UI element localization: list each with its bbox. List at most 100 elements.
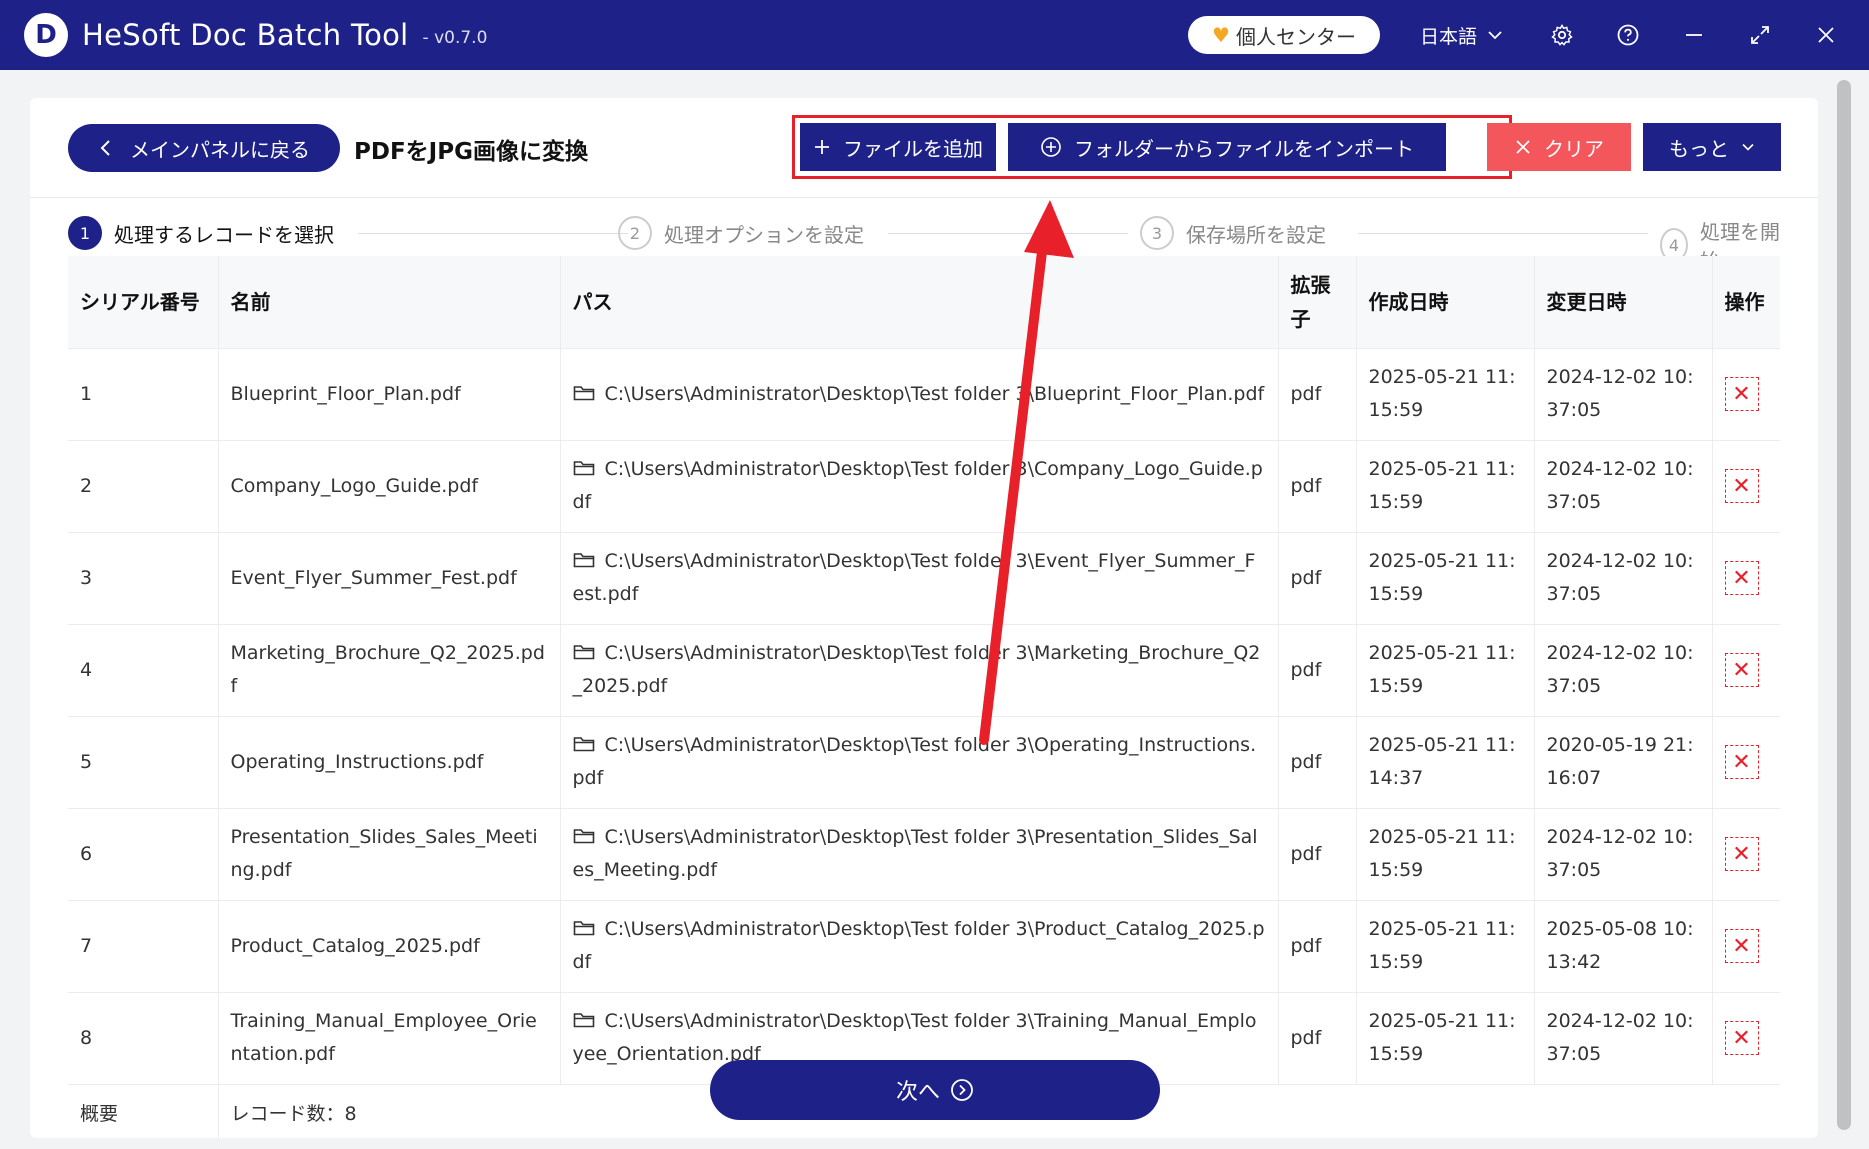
delete-icon[interactable]: ✕ (1724, 1021, 1759, 1055)
chevron-down-icon (1742, 143, 1754, 151)
cell-serial: 4 (68, 624, 219, 717)
cell-action: ✕ (1712, 900, 1780, 993)
folder-icon (573, 829, 594, 844)
cell-extension: pdf (1278, 624, 1357, 717)
back-to-main-button[interactable]: メインパネルに戻る (68, 124, 340, 172)
heart-icon: ♥ (1212, 23, 1230, 47)
language-select[interactable]: 日本語 (1420, 22, 1503, 49)
cell-created: 2025-05-21 11:15:59 (1356, 532, 1535, 625)
app-logo: D (24, 13, 68, 57)
folder-icon (573, 385, 594, 400)
step-1: 1 処理するレコードを選択 (68, 216, 334, 250)
cell-extension: pdf (1278, 716, 1357, 809)
table-body: 1 Blueprint_Floor_Plan.pdf C:\Users\Admi… (68, 348, 1780, 1085)
cell-name: Event_Flyer_Summer_Fest.pdf (218, 532, 561, 625)
cell-modified: 2024-12-02 10:37:05 (1534, 348, 1713, 441)
cell-path: C:\Users\Administrator\Desktop\Test fold… (560, 808, 1279, 901)
step-indicator: 1 処理するレコードを選択 2 処理オプションを設定 3 保存場所を設定 4 処… (68, 206, 1780, 273)
cell-serial: 1 (68, 348, 219, 441)
cell-action: ✕ (1712, 716, 1780, 809)
help-icon[interactable] (1605, 12, 1651, 58)
plus-icon (815, 140, 829, 154)
step-divider (1358, 233, 1648, 234)
scrollbar-thumb[interactable] (1837, 80, 1851, 1130)
cell-action: ✕ (1712, 440, 1780, 533)
import-folder-button[interactable]: フォルダーからファイルをインポート (1008, 123, 1446, 171)
app-window: D HeSoft Doc Batch Tool - v0.7.0 ♥ 個人センタ… (0, 0, 1869, 1149)
chevron-left-icon (100, 140, 110, 156)
cell-serial: 7 (68, 900, 219, 993)
clear-button[interactable]: クリア (1487, 123, 1631, 171)
cell-path: C:\Users\Administrator\Desktop\Test fold… (560, 716, 1279, 809)
app-version: - v0.7.0 (422, 28, 488, 48)
personal-center-button[interactable]: ♥ 個人センター (1187, 16, 1380, 54)
folder-icon (573, 461, 594, 476)
table-row[interactable]: 6 Presentation_Slides_Sales_Meeting.pdf … (68, 808, 1780, 901)
content-card: メインパネルに戻る PDFをJPG画像に変換 ファイルを追加 フォルダーからファ… (30, 98, 1818, 1138)
cell-created: 2025-05-21 11:15:59 (1356, 440, 1535, 533)
cell-extension: pdf (1278, 440, 1357, 533)
table-row[interactable]: 4 Marketing_Brochure_Q2_2025.pdf C:\User… (68, 624, 1780, 717)
step-2: 2 処理オプションを設定 (618, 216, 864, 250)
delete-icon[interactable]: ✕ (1724, 469, 1759, 503)
cell-modified: 2024-12-02 10:37:05 (1534, 624, 1713, 717)
cell-name: Presentation_Slides_Sales_Meeting.pdf (218, 808, 561, 901)
close-icon[interactable] (1803, 12, 1849, 58)
cell-path: C:\Users\Administrator\Desktop\Test fold… (560, 440, 1279, 533)
app-title: HeSoft Doc Batch Tool (82, 18, 409, 52)
table-row[interactable]: 5 Operating_Instructions.pdf C:\Users\Ad… (68, 716, 1780, 809)
cell-path: C:\Users\Administrator\Desktop\Test fold… (560, 348, 1279, 441)
table-row[interactable]: 3 Event_Flyer_Summer_Fest.pdf C:\Users\A… (68, 532, 1780, 625)
cell-extension: pdf (1278, 348, 1357, 441)
cell-path: C:\Users\Administrator\Desktop\Test fold… (560, 532, 1279, 625)
cell-created: 2025-05-21 11:15:59 (1356, 808, 1535, 901)
header-serial: シリアル番号 (68, 256, 219, 349)
cell-action: ✕ (1712, 624, 1780, 717)
title-bar-controls: ♥ 個人センター 日本語 (1187, 0, 1869, 70)
cell-name: Training_Manual_Employee_Orientation.pdf (218, 992, 561, 1085)
table-row[interactable]: 1 Blueprint_Floor_Plan.pdf C:\Users\Admi… (68, 348, 1780, 441)
chevron-down-icon (1488, 31, 1502, 40)
step-3: 3 保存場所を設定 (1140, 216, 1326, 250)
delete-icon[interactable]: ✕ (1724, 653, 1759, 687)
minimize-icon[interactable] (1671, 12, 1717, 58)
records-table-container: シリアル番号 名前 パス 拡張子 作成日時 変更日時 操作 1 Blueprin… (68, 256, 1780, 1138)
delete-icon[interactable]: ✕ (1724, 745, 1759, 779)
header-created: 作成日時 (1356, 256, 1535, 349)
header-path: パス (560, 256, 1279, 349)
plus-circle-icon (1041, 137, 1061, 157)
folder-icon (573, 645, 594, 660)
gear-icon[interactable] (1539, 12, 1585, 58)
header-modified: 変更日時 (1534, 256, 1713, 349)
delete-icon[interactable]: ✕ (1724, 837, 1759, 871)
records-table: シリアル番号 名前 パス 拡張子 作成日時 変更日時 操作 1 Blueprin… (68, 256, 1780, 1138)
cell-serial: 6 (68, 808, 219, 901)
folder-icon (573, 921, 594, 936)
table-row[interactable]: 2 Company_Logo_Guide.pdf C:\Users\Admini… (68, 440, 1780, 533)
toolbar: メインパネルに戻る PDFをJPG画像に変換 ファイルを追加 フォルダーからファ… (30, 98, 1818, 198)
cell-name: Marketing_Brochure_Q2_2025.pdf (218, 624, 561, 717)
cell-action: ✕ (1712, 348, 1780, 441)
delete-icon[interactable]: ✕ (1724, 929, 1759, 963)
table-row[interactable]: 7 Product_Catalog_2025.pdf C:\Users\Admi… (68, 900, 1780, 993)
table-header-row: シリアル番号 名前 パス 拡張子 作成日時 変更日時 操作 (68, 256, 1780, 349)
next-button[interactable]: 次へ (710, 1060, 1160, 1120)
vertical-scrollbar[interactable] (1834, 80, 1854, 1130)
cell-extension: pdf (1278, 532, 1357, 625)
more-button[interactable]: もっと (1643, 123, 1781, 171)
title-bar: D HeSoft Doc Batch Tool - v0.7.0 ♥ 個人センタ… (0, 0, 1869, 70)
cell-action: ✕ (1712, 532, 1780, 625)
cell-modified: 2020-05-19 21:16:07 (1534, 716, 1713, 809)
maximize-icon[interactable] (1737, 12, 1783, 58)
add-file-button[interactable]: ファイルを追加 (800, 123, 996, 171)
delete-icon[interactable]: ✕ (1724, 377, 1759, 411)
cell-extension: pdf (1278, 808, 1357, 901)
cell-action: ✕ (1712, 992, 1780, 1085)
cell-created: 2025-05-21 11:15:59 (1356, 992, 1535, 1085)
page-title: PDFをJPG画像に変換 (354, 139, 588, 165)
delete-icon[interactable]: ✕ (1724, 561, 1759, 595)
folder-icon (573, 737, 594, 752)
folder-icon (573, 1013, 594, 1028)
cell-extension: pdf (1278, 992, 1357, 1085)
close-icon (1516, 140, 1530, 154)
